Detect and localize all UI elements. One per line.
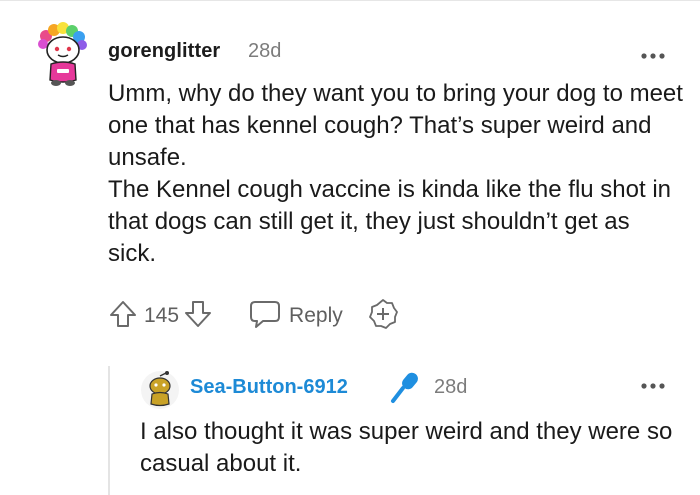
arrow-down-icon[interactable] <box>183 299 213 334</box>
comment-timestamp: 28d <box>248 40 282 62</box>
comment-body: Umm, why do they want you to bring your … <box>108 78 683 270</box>
comment-paragraph: The Kennel cough vaccine is kinda like t… <box>108 176 672 267</box>
comment-paragraph: Umm, why do they want you to bring your … <box>108 80 683 171</box>
reply-label: Reply <box>289 304 343 327</box>
reply-author[interactable]: Sea-Button-6912 <box>190 376 348 399</box>
comment-thread: gorenglitter 28d Umm, why do they want y… <box>0 0 700 495</box>
thread-line[interactable] <box>108 366 110 495</box>
divider <box>0 0 700 7</box>
reply-body: I also thought it was super weird and th… <box>140 416 680 480</box>
arrow-up-icon[interactable] <box>108 299 138 334</box>
reply-text: I also thought it was super weird and th… <box>140 418 673 477</box>
avatar[interactable] <box>36 22 88 88</box>
reply-timestamp: 28d <box>434 376 468 398</box>
microphone-icon <box>390 370 420 404</box>
more-dots-icon[interactable] <box>640 378 666 389</box>
avatar[interactable] <box>140 370 180 410</box>
more-dots-icon[interactable] <box>640 48 666 59</box>
vote-score: 145 <box>144 304 180 327</box>
plus-badge-icon[interactable] <box>367 298 399 335</box>
reply-button[interactable]: Reply <box>249 299 343 334</box>
comment-author[interactable]: gorenglitter <box>108 40 220 63</box>
comment-actions: 145 Reply <box>108 296 399 336</box>
speech-bubble-icon <box>249 299 281 334</box>
